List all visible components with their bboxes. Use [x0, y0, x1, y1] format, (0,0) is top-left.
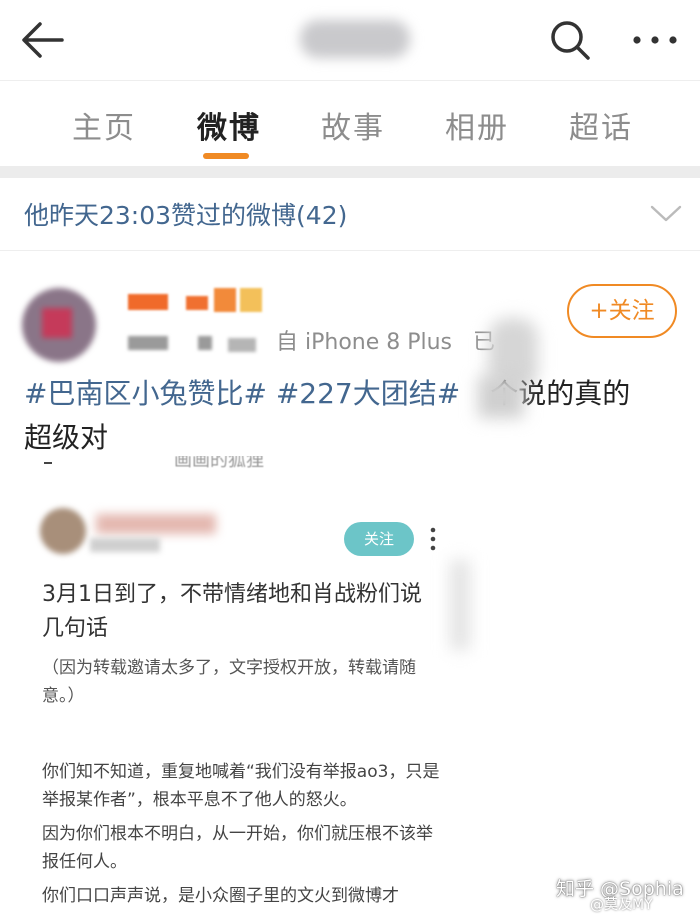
divider — [0, 166, 700, 178]
active-tab-indicator — [203, 153, 249, 159]
chevron-down-icon — [650, 205, 682, 222]
embedded-cut-text: 画画的狐狸 — [174, 456, 264, 471]
back-button[interactable] — [18, 18, 68, 62]
avatar[interactable] — [22, 288, 96, 362]
embedded-paragraph: 你们知不知道，重复地喊着“我们没有举报ao3，只是举报某作者”，根本平息不了他人… — [42, 762, 440, 810]
post-source: 自 iPhone 8 Plus 已 — [276, 324, 495, 356]
post-text: #巴南区小兔赞比# #227大团结# 个说的真的 超级对 — [24, 372, 684, 460]
embedded-username — [96, 514, 216, 534]
tab-weibo[interactable]: 微博 — [197, 103, 261, 147]
embedded-paragraph: 你们口口声声说，是小众圈子里的文火到微博才 — [42, 886, 399, 906]
follow-button[interactable]: +关注 — [567, 284, 677, 338]
watermark-sub: @莫及MY — [590, 897, 653, 913]
embedded-title: 3月1日到了，不带情绪地和肖战粉们说几句话 — [42, 582, 422, 641]
tab-super-topic[interactable]: 超话 — [569, 103, 633, 147]
tab-home[interactable]: 主页 — [72, 103, 136, 147]
more-button[interactable] — [628, 22, 682, 58]
embedded-follow-button: 关注 — [344, 522, 414, 556]
embedded-note: （因为转载邀请太多了，文字授权开放，转载请随意。） — [42, 658, 416, 706]
search-button[interactable] — [548, 18, 592, 62]
post-image[interactable]: 画画的狐狸 关注 3月1日到了，不带情绪地和肖战粉们说几句话 （因为转载邀请太多… — [24, 456, 444, 916]
hashtag-link[interactable]: #巴南区小兔赞比# — [24, 377, 267, 410]
embedded-timestamp — [90, 538, 160, 552]
search-icon — [551, 21, 590, 60]
more-vertical-icon — [430, 527, 436, 551]
embedded-paragraph: 因为你们根本不明白，从一开始，你们就压根不该举报任何人。 — [42, 824, 433, 872]
arrow-left-icon — [22, 22, 64, 58]
tab-stories[interactable]: 故事 — [321, 103, 385, 147]
more-dots-icon — [633, 36, 677, 44]
tab-album[interactable]: 相册 — [445, 103, 509, 147]
source-label: 自 iPhone 8 Plus — [276, 330, 453, 355]
censor-blur — [478, 376, 524, 418]
page-title — [300, 20, 410, 58]
embedded-avatar — [40, 508, 86, 554]
username[interactable] — [128, 288, 262, 316]
liked-posts-label: 他昨天23:03赞过的微博(42) — [24, 201, 348, 230]
hashtag-link[interactable]: #227大团结# — [276, 377, 460, 410]
profile-tabs: 主页 微博 故事 相册 超话 — [0, 80, 700, 167]
censor-blur — [450, 560, 470, 650]
post-text-line2: 超级对 — [24, 421, 109, 454]
post-timestamp — [128, 334, 268, 352]
crop-mark — [44, 462, 52, 464]
liked-posts-row[interactable]: 他昨天23:03赞过的微博(42) — [0, 178, 700, 251]
top-bar — [0, 0, 700, 80]
